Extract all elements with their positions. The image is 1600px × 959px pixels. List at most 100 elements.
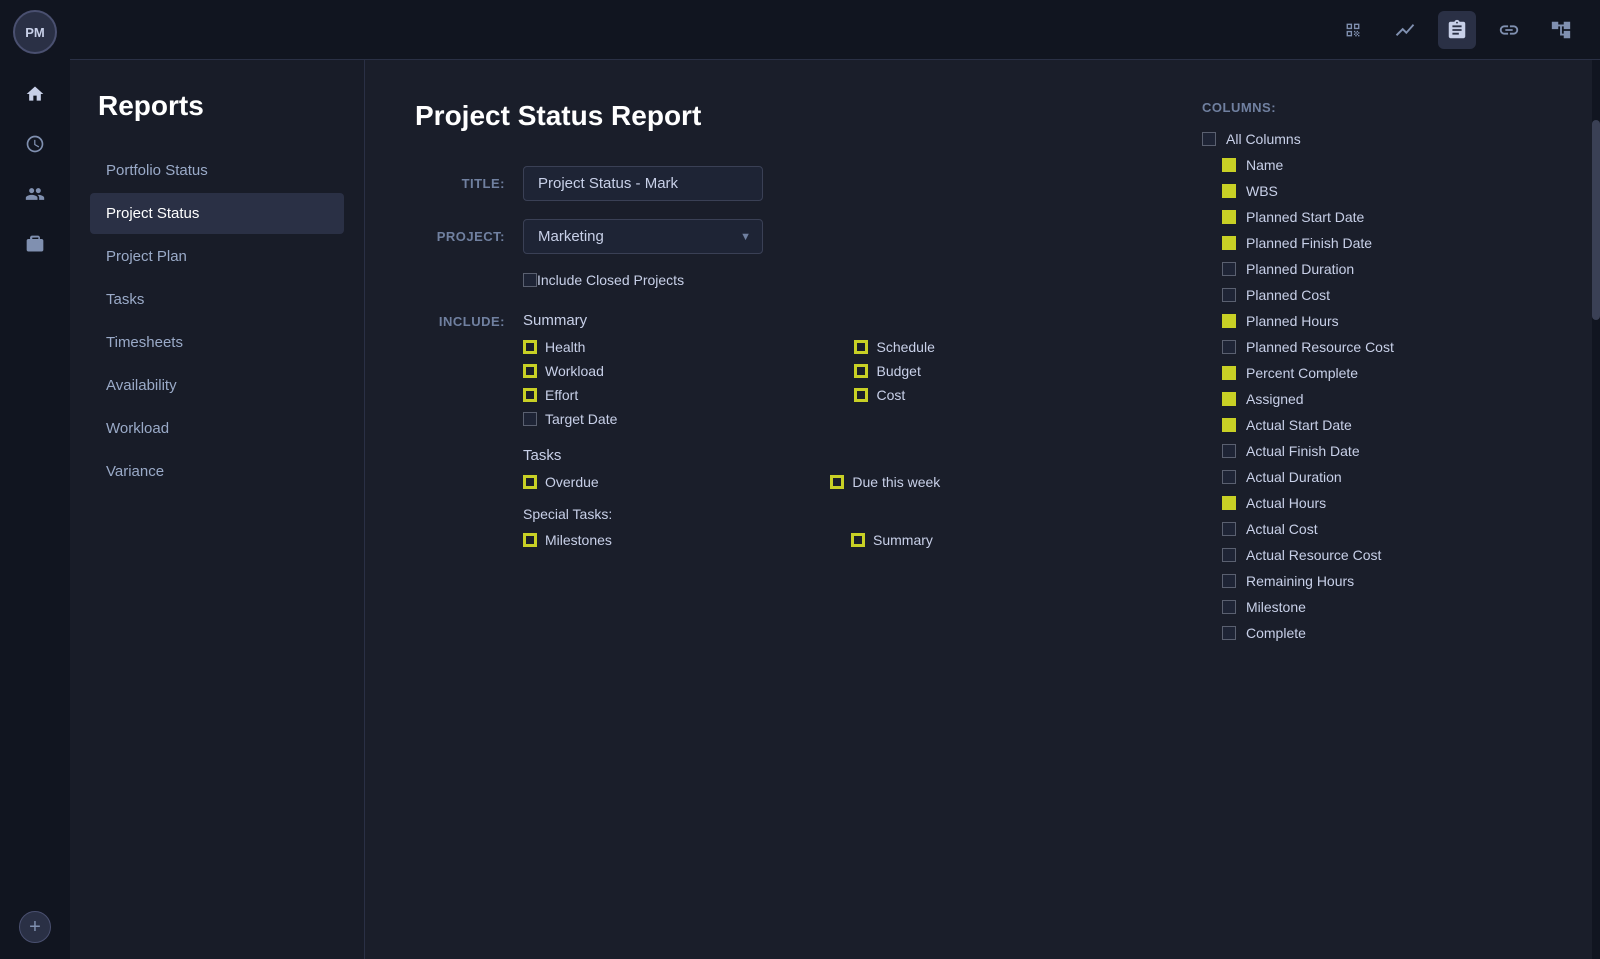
remaining-hours-checkbox[interactable] xyxy=(1222,574,1236,588)
project-select[interactable]: Marketing xyxy=(523,219,763,254)
actual-duration-label: Actual Duration xyxy=(1246,469,1342,485)
add-button[interactable]: + xyxy=(19,911,51,943)
planned-start-checkbox[interactable] xyxy=(1222,210,1236,224)
column-item-percent-complete: Percent Complete xyxy=(1202,365,1542,381)
home-nav-icon[interactable] xyxy=(13,72,57,116)
check-item-target-date: Target Date xyxy=(523,411,824,427)
project-label: PROJECT: xyxy=(415,229,505,244)
clipboard-toolbar-icon[interactable] xyxy=(1438,11,1476,49)
planned-finish-label: Planned Finish Date xyxy=(1246,235,1372,251)
actual-hours-checkbox[interactable] xyxy=(1222,496,1236,510)
planned-start-label: Planned Start Date xyxy=(1246,209,1364,225)
actual-finish-label: Actual Finish Date xyxy=(1246,443,1360,459)
target-date-label: Target Date xyxy=(545,411,617,427)
sidebar-item-portfolio-status[interactable]: Portfolio Status xyxy=(90,150,344,191)
check-item-milestones: Milestones xyxy=(523,532,821,548)
actual-finish-checkbox[interactable] xyxy=(1222,444,1236,458)
sidebar-item-project-plan[interactable]: Project Plan xyxy=(90,236,344,277)
actual-start-checkbox[interactable] xyxy=(1222,418,1236,432)
assigned-label: Assigned xyxy=(1246,391,1304,407)
planned-duration-checkbox[interactable] xyxy=(1222,262,1236,276)
planned-finish-checkbox[interactable] xyxy=(1222,236,1236,250)
complete-checkbox[interactable] xyxy=(1222,626,1236,640)
check-item-effort: Effort xyxy=(523,387,824,403)
column-item-wbs: WBS xyxy=(1202,183,1542,199)
title-row: TITLE: xyxy=(415,166,1142,201)
columns-panel: COLUMNS: All Columns Name WBS xyxy=(1202,100,1542,919)
column-item-actual-start: Actual Start Date xyxy=(1202,417,1542,433)
link-toolbar-icon[interactable] xyxy=(1490,11,1528,49)
scrollbar-thumb[interactable] xyxy=(1592,120,1600,320)
schedule-checkbox[interactable] xyxy=(854,340,868,354)
briefcase-nav-icon[interactable] xyxy=(13,222,57,266)
columns-list: All Columns Name WBS Planned Start Date xyxy=(1202,131,1542,641)
planned-hours-label: Planned Hours xyxy=(1246,313,1339,329)
actual-cost-checkbox[interactable] xyxy=(1222,522,1236,536)
summary-group-title: Summary xyxy=(523,312,1142,329)
sidebar-item-project-status[interactable]: Project Status xyxy=(90,193,344,234)
project-select-wrapper: Marketing xyxy=(523,219,763,254)
actual-resource-cost-checkbox[interactable] xyxy=(1222,548,1236,562)
target-date-checkbox[interactable] xyxy=(523,412,537,426)
workload-checkbox[interactable] xyxy=(523,364,537,378)
budget-label: Budget xyxy=(876,363,920,379)
all-columns-label: All Columns xyxy=(1226,131,1301,147)
milestones-label: Milestones xyxy=(545,532,612,548)
title-label: TITLE: xyxy=(415,176,505,191)
schedule-label: Schedule xyxy=(876,339,934,355)
include-closed-checkbox[interactable] xyxy=(523,273,537,287)
summary-special-checkbox[interactable] xyxy=(851,533,865,547)
milestones-checkbox[interactable] xyxy=(523,533,537,547)
percent-complete-checkbox[interactable] xyxy=(1222,366,1236,380)
toolbar-icons xyxy=(1334,11,1580,49)
report-left: Project Status Report TITLE: PROJECT: Ma… xyxy=(415,100,1142,919)
clock-nav-icon[interactable] xyxy=(13,122,57,166)
column-item-planned-finish: Planned Finish Date xyxy=(1202,235,1542,251)
sidebar-item-availability[interactable]: Availability xyxy=(90,365,344,406)
sidebar-item-workload[interactable]: Workload xyxy=(90,408,344,449)
summary-special-label: Summary xyxy=(873,532,933,548)
sidebar-item-variance[interactable]: Variance xyxy=(90,451,344,492)
scrollbar-track[interactable] xyxy=(1592,60,1600,959)
effort-checkbox[interactable] xyxy=(523,388,537,402)
sidebar-item-tasks[interactable]: Tasks xyxy=(90,279,344,320)
waveform-toolbar-icon[interactable] xyxy=(1386,11,1424,49)
name-checkbox[interactable] xyxy=(1222,158,1236,172)
budget-checkbox[interactable] xyxy=(854,364,868,378)
milestone-checkbox[interactable] xyxy=(1222,600,1236,614)
hierarchy-toolbar-icon[interactable] xyxy=(1542,11,1580,49)
column-item-actual-finish: Actual Finish Date xyxy=(1202,443,1542,459)
summary-checkboxes: Health Schedule Workload xyxy=(523,339,1142,427)
planned-cost-checkbox[interactable] xyxy=(1222,288,1236,302)
tasks-checkboxes: Overdue Due this week xyxy=(523,474,1142,490)
overdue-label: Overdue xyxy=(545,474,599,490)
scan-toolbar-icon[interactable] xyxy=(1334,11,1372,49)
wbs-checkbox[interactable] xyxy=(1222,184,1236,198)
column-item-planned-resource-cost: Planned Resource Cost xyxy=(1202,339,1542,355)
cost-checkbox[interactable] xyxy=(854,388,868,402)
project-row: PROJECT: Marketing xyxy=(415,219,1142,254)
overdue-checkbox[interactable] xyxy=(523,475,537,489)
special-tasks-checkboxes: Milestones Summary xyxy=(523,532,1142,548)
column-item-milestone: Milestone xyxy=(1202,599,1542,615)
effort-label: Effort xyxy=(545,387,578,403)
app-logo[interactable]: PM xyxy=(13,10,57,54)
title-input[interactable] xyxy=(523,166,763,201)
include-closed-row: Include Closed Projects xyxy=(523,272,1142,288)
column-item-remaining-hours: Remaining Hours xyxy=(1202,573,1542,589)
assigned-checkbox[interactable] xyxy=(1222,392,1236,406)
planned-hours-checkbox[interactable] xyxy=(1222,314,1236,328)
health-label: Health xyxy=(545,339,585,355)
column-item-actual-cost: Actual Cost xyxy=(1202,521,1542,537)
name-col-label: Name xyxy=(1246,157,1283,173)
planned-resource-cost-checkbox[interactable] xyxy=(1222,340,1236,354)
all-columns-checkbox[interactable] xyxy=(1202,132,1216,146)
column-item-complete: Complete xyxy=(1202,625,1542,641)
sidebar-item-timesheets[interactable]: Timesheets xyxy=(90,322,344,363)
due-this-week-checkbox[interactable] xyxy=(830,475,844,489)
actual-hours-label: Actual Hours xyxy=(1246,495,1326,511)
people-nav-icon[interactable] xyxy=(13,172,57,216)
include-section: INCLUDE: Summary Health Schedule xyxy=(415,312,1142,568)
health-checkbox[interactable] xyxy=(523,340,537,354)
actual-duration-checkbox[interactable] xyxy=(1222,470,1236,484)
